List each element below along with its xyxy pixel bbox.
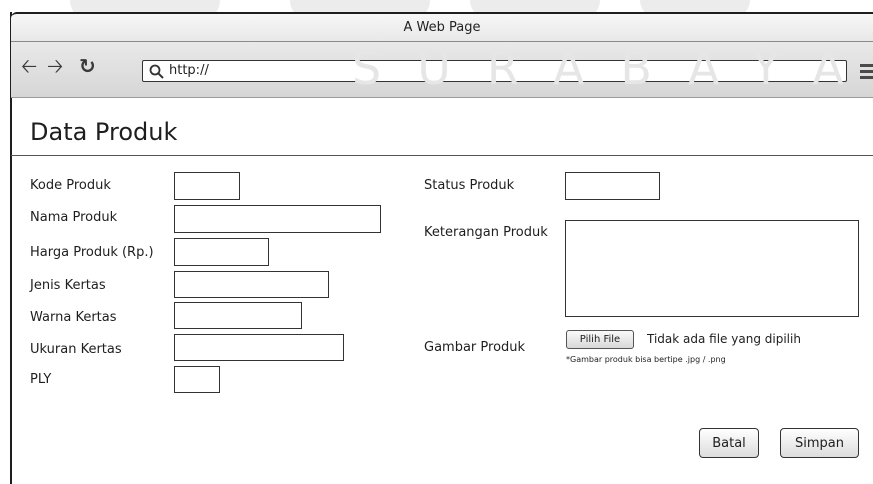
ply-input[interactable] [174, 366, 220, 393]
warna-kertas-input[interactable] [174, 302, 302, 329]
choose-file-button[interactable]: Pilih File [566, 330, 634, 349]
back-arrow-icon[interactable]: 🡠 [21, 56, 37, 76]
status-produk-input[interactable] [565, 172, 660, 200]
refresh-icon[interactable]: ↻ [79, 56, 96, 76]
label-harga-produk: Harga Produk (Rp.) [30, 245, 154, 260]
forward-arrow-icon[interactable]: 🡢 [47, 56, 63, 76]
url-text: http:// [169, 63, 209, 78]
kode-produk-input[interactable] [174, 172, 240, 200]
keterangan-produk-textarea[interactable] [565, 220, 859, 317]
label-kode-produk: Kode Produk [30, 178, 111, 193]
menu-icon[interactable] [860, 64, 873, 82]
label-nama-produk: Nama Produk [30, 210, 118, 225]
browser-nav-bar: 🡠 🡢 ↻ http:// [11, 42, 873, 98]
label-jenis-kertas: Jenis Kertas [30, 278, 106, 293]
label-status-produk: Status Produk [424, 178, 515, 193]
file-status-text: Tidak ada file yang dipilih [647, 332, 801, 346]
label-ply: PLY [30, 372, 52, 387]
cancel-button[interactable]: Batal [699, 428, 759, 458]
search-icon [149, 64, 164, 79]
browser-title-bar: A Web Page [11, 12, 873, 42]
window-title: A Web Page [403, 20, 481, 35]
harga-produk-input[interactable] [174, 238, 269, 266]
title-divider [11, 155, 873, 156]
nama-produk-input[interactable] [174, 205, 381, 233]
ukuran-kertas-input[interactable] [174, 334, 344, 361]
label-gambar-produk: Gambar Produk [424, 340, 526, 355]
jenis-kertas-input[interactable] [174, 271, 329, 298]
label-warna-kertas: Warna Kertas [30, 310, 117, 325]
file-type-note: *Gambar produk bisa bertipe .jpg / .png [566, 355, 726, 364]
label-keterangan-produk: Keterangan Produk [424, 225, 548, 240]
page-title: Data Produk [30, 118, 178, 146]
label-ukuran-kertas: Ukuran Kertas [30, 342, 122, 357]
url-bar[interactable]: http:// [142, 60, 847, 82]
save-button[interactable]: Simpan [780, 428, 859, 458]
